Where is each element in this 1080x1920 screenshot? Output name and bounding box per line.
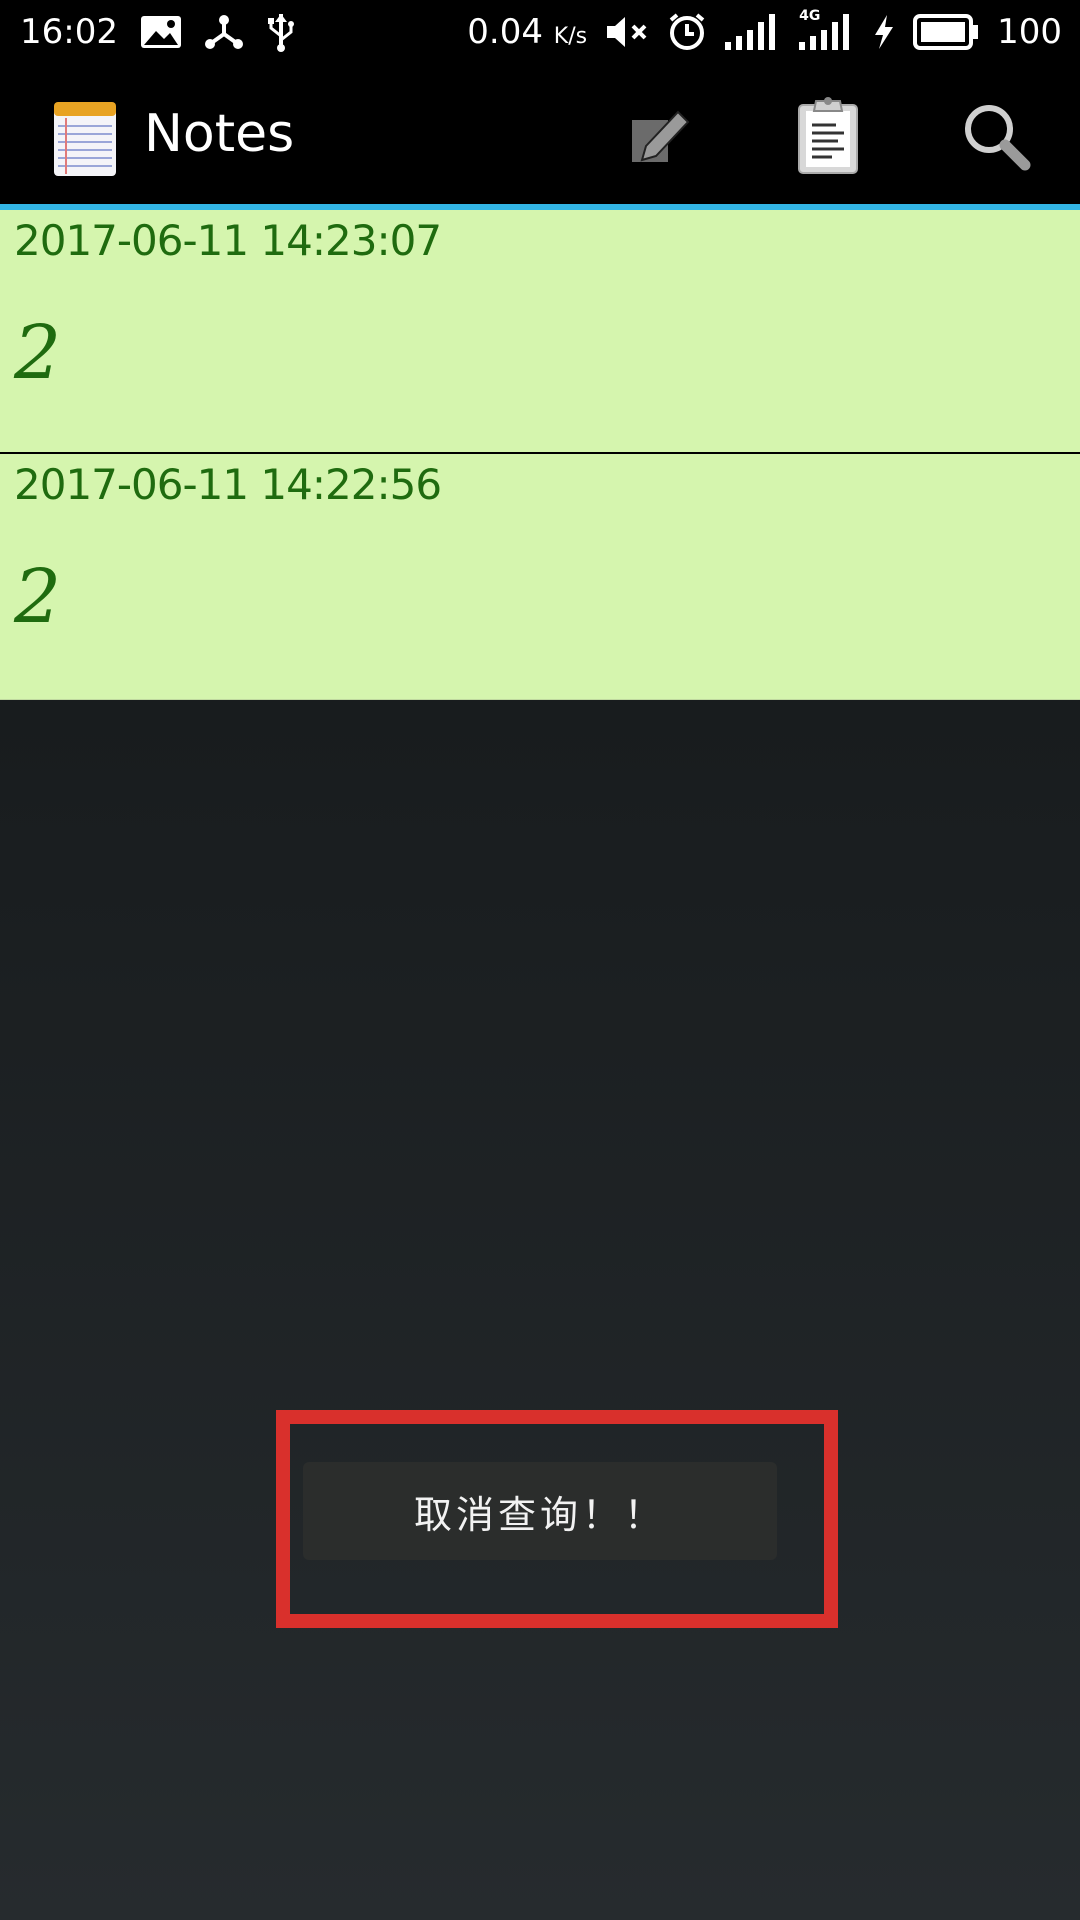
status-time: 16:02	[20, 12, 118, 52]
signal-4g-icon: 4G	[799, 8, 855, 50]
battery-icon	[913, 14, 979, 50]
battery-level: 100	[997, 12, 1062, 52]
net-speed: 0.04 K/s	[467, 12, 588, 52]
alarm-icon	[667, 12, 707, 52]
signal-icon	[725, 14, 781, 50]
toast-message: 取消查询！！	[303, 1462, 777, 1560]
image-notification-icon	[140, 15, 182, 49]
net-unit: K/s	[553, 24, 588, 49]
app-title: Notes	[144, 104, 295, 164]
notepad-app-icon	[52, 100, 118, 182]
note-list-item[interactable]: 2017-06-11 14:23:07 2	[0, 210, 1080, 454]
note-title: 2	[14, 310, 62, 396]
status-bar: 16:02 0.04 K/s 4G 100	[0, 0, 1080, 64]
share-icon	[204, 14, 244, 50]
new-note-icon[interactable]	[620, 96, 700, 176]
notes-list: 2017-06-11 14:23:07 2 2017-06-11 14:22:5…	[0, 210, 1080, 700]
usb-icon	[266, 12, 296, 52]
paste-icon[interactable]	[788, 96, 868, 176]
mute-icon	[605, 14, 649, 50]
network-type: 4G	[799, 8, 821, 24]
charging-icon	[873, 15, 895, 49]
note-date: 2017-06-11 14:22:56	[14, 460, 442, 509]
note-list-item[interactable]: 2017-06-11 14:22:56 2	[0, 454, 1080, 700]
note-date: 2017-06-11 14:23:07	[14, 216, 442, 265]
search-icon[interactable]	[956, 96, 1036, 176]
note-title: 2	[14, 554, 62, 640]
